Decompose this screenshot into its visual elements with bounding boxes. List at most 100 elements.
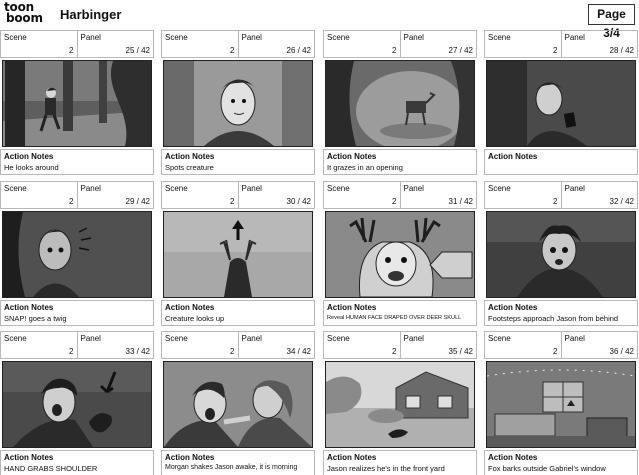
storyboard-panel[interactable]: Scene 2 Panel 26 / 42 Action Notes Spots c… — [161, 30, 315, 175]
storyboard-panel[interactable]: Scene 2 Panel 31 / 42 Action Notes Reveal … — [323, 181, 477, 326]
panel-image[interactable] — [2, 361, 152, 448]
logo-bottom: boom — [6, 11, 43, 25]
scene-number: 2 — [553, 347, 558, 356]
scene-label: Scene — [488, 33, 511, 42]
panel-cell: Panel 27 / 42 — [399, 31, 477, 57]
action-notes: Action Notes Footsteps approach Jason fr… — [484, 300, 638, 326]
panel-header: Scene 2 Panel 25 / 42 — [0, 30, 154, 58]
action-notes-text: Creature looks up — [165, 314, 225, 323]
panel-image[interactable] — [325, 361, 475, 448]
storyboard-panel[interactable]: Scene 2 Panel 28 / 42 Action Notes — [484, 30, 638, 175]
panel-image[interactable] — [2, 60, 152, 147]
scene-number: 2 — [230, 347, 235, 356]
scene-number: 2 — [230, 197, 235, 206]
panel-label: Panel — [80, 184, 101, 193]
panel-header: Scene 2 Panel 35 / 42 — [323, 331, 477, 359]
scene-number: 2 — [69, 347, 74, 356]
action-notes-title: Action Notes — [327, 152, 377, 161]
panel-number: 33 / 42 — [125, 347, 150, 356]
panel-header: Scene 2 Panel 29 / 42 — [0, 181, 154, 209]
action-notes-text: Jason realizes he's in the front yard — [327, 464, 445, 473]
panel-image[interactable] — [325, 211, 475, 298]
header: toon boom Harbinger Page 3/4 — [0, 0, 639, 40]
panel-image[interactable] — [486, 211, 636, 298]
action-notes-title: Action Notes — [4, 152, 54, 161]
storyboard-panel[interactable]: Scene 2 Panel 30 / 42 Action Notes Creatur… — [161, 181, 315, 326]
panel-number: 30 / 42 — [286, 197, 311, 206]
storyboard-panel[interactable]: Scene 2 Panel 34 / 42 Action Notes Morgan … — [161, 331, 315, 475]
action-notes-title: Action Notes — [165, 152, 215, 161]
scene-label: Scene — [4, 334, 27, 343]
panel-label: Panel — [564, 184, 585, 193]
panel-cell: Panel 31 / 42 — [399, 182, 477, 208]
action-notes: Action Notes Fox barks outside Gabriel's… — [484, 450, 638, 475]
panel-image[interactable] — [2, 211, 152, 298]
panel-label: Panel — [564, 33, 585, 42]
scene-label: Scene — [488, 184, 511, 193]
storyboard-panel[interactable]: Scene 2 Panel 27 / 42 Action Notes It graz… — [323, 30, 477, 175]
panel-header: Scene 2 Panel 31 / 42 — [323, 181, 477, 209]
action-notes: Action Notes Reveal HUMAN FACE DRAPED OV… — [323, 300, 477, 326]
panel-label: Panel — [241, 334, 262, 343]
action-notes-title: Action Notes — [327, 303, 377, 312]
scene-cell: Scene 2 — [1, 31, 77, 57]
panel-image[interactable] — [325, 60, 475, 147]
panel-image[interactable] — [486, 60, 636, 147]
scene-number: 2 — [69, 46, 74, 55]
scene-label: Scene — [327, 334, 350, 343]
storyboard-panel[interactable]: Scene 2 Panel 32 / 42 Action Notes Footste… — [484, 181, 638, 326]
action-notes-text: HAND GRABS SHOULDER — [4, 464, 98, 473]
panel-image[interactable] — [486, 361, 636, 448]
panel-header: Scene 2 Panel 30 / 42 — [161, 181, 315, 209]
action-notes: Action Notes Jason realizes he's in the … — [323, 450, 477, 475]
scene-label: Scene — [327, 33, 350, 42]
scene-number: 2 — [392, 197, 397, 206]
scene-cell: Scene 2 — [485, 182, 561, 208]
storyboard-panel[interactable]: Scene 2 Panel 25 / 42 Action Notes He look… — [0, 30, 154, 175]
scene-number: 2 — [392, 46, 397, 55]
panel-header: Scene 2 Panel 27 / 42 — [323, 30, 477, 58]
panel-cell: Panel 33 / 42 — [76, 332, 154, 358]
action-notes: Action Notes Morgan shakes Jason awake, … — [161, 450, 315, 475]
panel-number: 26 / 42 — [286, 46, 311, 55]
panel-image[interactable] — [163, 211, 313, 298]
panel-image[interactable] — [163, 60, 313, 147]
panel-number: 35 / 42 — [448, 347, 473, 356]
panel-label: Panel — [241, 33, 262, 42]
panel-cell: Panel 36 / 42 — [560, 332, 638, 358]
panel-image[interactable] — [163, 361, 313, 448]
scene-cell: Scene 2 — [324, 332, 400, 358]
scene-label: Scene — [488, 334, 511, 343]
storyboard-panel[interactable]: Scene 2 Panel 29 / 42 Action Notes SNAP! g… — [0, 181, 154, 326]
scene-label: Scene — [327, 184, 350, 193]
storyboard-panel[interactable]: Scene 2 Panel 35 / 42 Action Notes Jason r… — [323, 331, 477, 475]
action-notes-title: Action Notes — [165, 303, 215, 312]
scene-number: 2 — [392, 347, 397, 356]
panel-label: Panel — [403, 184, 424, 193]
action-notes-title: Action Notes — [327, 453, 377, 462]
storyboard-panel[interactable]: Scene 2 Panel 33 / 42 Action Notes HAND GR… — [0, 331, 154, 475]
panel-number: 28 / 42 — [609, 46, 634, 55]
storyboard-panel[interactable]: Scene 2 Panel 36 / 42 Action Notes Fox bar… — [484, 331, 638, 475]
action-notes: Action Notes Spots creature — [161, 149, 315, 175]
action-notes: Action Notes He looks around — [0, 149, 154, 175]
action-notes-title: Action Notes — [4, 453, 54, 462]
page-indicator: Page 3/4 — [588, 4, 635, 40]
panel-number: 29 / 42 — [125, 197, 150, 206]
panel-cell: Panel 34 / 42 — [237, 332, 315, 358]
scene-label: Scene — [165, 33, 188, 42]
panel-cell: Panel 25 / 42 — [76, 31, 154, 57]
action-notes-text: Morgan shakes Jason awake, it is morning — [165, 464, 298, 471]
panel-header: Scene 2 Panel 28 / 42 — [484, 30, 638, 58]
panel-header: Scene 2 Panel 34 / 42 — [161, 331, 315, 359]
panel-number: 34 / 42 — [286, 347, 311, 356]
panel-label: Panel — [564, 334, 585, 343]
action-notes-title: Action Notes — [488, 303, 538, 312]
scene-number: 2 — [69, 197, 74, 206]
scene-number: 2 — [553, 46, 558, 55]
action-notes-title: Action Notes — [488, 152, 538, 161]
panel-cell: Panel 30 / 42 — [237, 182, 315, 208]
panel-label: Panel — [403, 33, 424, 42]
scene-number: 2 — [230, 46, 235, 55]
action-notes-text: It grazes in an opening — [327, 163, 403, 172]
